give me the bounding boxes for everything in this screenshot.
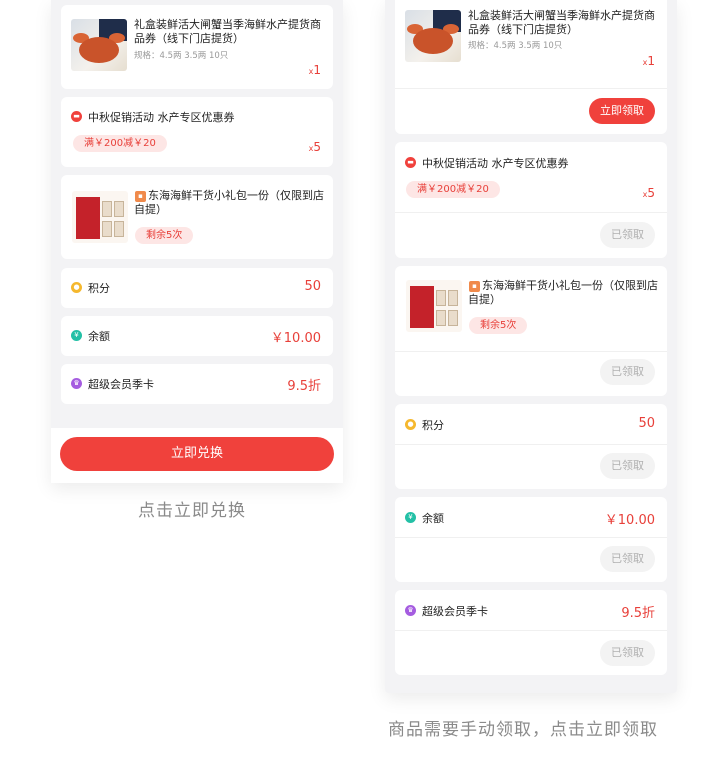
points-row[interactable]: ● 积分 50 — [61, 268, 333, 308]
coupon-quantity: x5 — [308, 140, 321, 154]
redeem-footer: 立即兑换 — [51, 428, 343, 483]
points-label: 积分 — [88, 282, 110, 295]
yuan-icon: ¥ — [405, 512, 416, 523]
points-value: 50 — [304, 279, 321, 294]
points-value: 50 — [638, 416, 655, 431]
gift-tag: 剩余5次 — [469, 317, 528, 334]
claimed-button[interactable]: 已领取 — [600, 453, 655, 479]
product-card[interactable]: 礼盒装鲜活大闸蟹当季海鲜水产提货商品券（线下门店提货） 规格：4.5两 3.5两… — [395, 0, 667, 134]
product-name: 礼盒装鲜活大闸蟹当季海鲜水产提货商品券（线下门店提货） — [468, 9, 655, 36]
right-caption: 商品需要手动领取，点击立即领取 — [388, 720, 658, 740]
product-quantity: x1 — [308, 63, 321, 77]
gift-card[interactable]: ▪ 东海海鲜干货小礼包一份（仅限到店自提） 剩余5次 — [61, 175, 333, 259]
yuan-icon: ¥ — [71, 330, 82, 341]
left-caption: 点击立即兑换 — [138, 501, 246, 521]
coupon-card[interactable]: ▬ 中秋促销活动 水产专区优惠券 满￥200减￥20 x5 已领取 — [395, 142, 667, 258]
balance-value: ￥10.00 — [604, 513, 655, 528]
membership-label: 超级会员季卡 — [422, 605, 488, 618]
gift-image — [72, 191, 128, 243]
gift-tag: 剩余5次 — [135, 227, 194, 244]
left-phone-panel: 礼盒装鲜活大闸蟹当季海鲜水产提货商品券（线下门店提货） 规格：4.5两 3.5两… — [51, 0, 343, 483]
gift-title: 东海海鲜干货小礼包一份（仅限到店自提） — [468, 279, 658, 306]
gift-card[interactable]: ▪ 东海海鲜干货小礼包一份（仅限到店自提） 剩余5次 已领取 — [395, 266, 667, 396]
coupon-title: 中秋促销活动 水产专区优惠券 — [422, 157, 569, 170]
gift-image — [406, 280, 462, 332]
product-image — [71, 19, 127, 71]
product-card[interactable]: 礼盒装鲜活大闸蟹当季海鲜水产提货商品券（线下门店提货） 规格：4.5两 3.5两… — [61, 5, 333, 89]
right-phone-panel: 礼盒装鲜活大闸蟹当季海鲜水产提货商品券（线下门店提货） 规格：4.5两 3.5两… — [385, 0, 677, 693]
product-name: 礼盒装鲜活大闸蟹当季海鲜水产提货商品券（线下门店提货） — [134, 18, 321, 45]
membership-row[interactable]: ♛ 超级会员季卡 9.5折 已领取 — [395, 590, 667, 675]
balance-row[interactable]: ¥ 余额 ￥10.00 已领取 — [395, 497, 667, 582]
coupon-icon: ▬ — [71, 111, 82, 122]
membership-label: 超级会员季卡 — [88, 378, 154, 391]
coupon-tag: 满￥200减￥20 — [406, 181, 500, 198]
claimed-button[interactable]: 已领取 — [600, 359, 655, 385]
crown-icon: ♛ — [405, 605, 416, 616]
points-row[interactable]: ● 积分 50 已领取 — [395, 404, 667, 489]
coupon-quantity: x5 — [642, 186, 655, 200]
coupon-card[interactable]: ▬ 中秋促销活动 水产专区优惠券 满￥200减￥20 x5 — [61, 97, 333, 167]
balance-label: 余额 — [88, 330, 110, 343]
points-icon: ● — [405, 419, 416, 430]
membership-value: 9.5折 — [287, 379, 321, 394]
crown-icon: ♛ — [71, 378, 82, 389]
claim-button[interactable]: 立即领取 — [589, 98, 655, 124]
product-quantity: x1 — [642, 54, 655, 68]
product-image — [405, 10, 461, 62]
balance-value: ￥10.00 — [270, 331, 321, 346]
redeem-button[interactable]: 立即兑换 — [60, 437, 334, 471]
gift-title: 东海海鲜干货小礼包一份（仅限到店自提） — [134, 189, 324, 216]
claimed-button[interactable]: 已领取 — [600, 546, 655, 572]
claimed-button[interactable]: 已领取 — [600, 222, 655, 248]
product-spec: 规格：4.5两 3.5两 10只 — [468, 41, 563, 51]
points-icon: ● — [71, 282, 82, 293]
points-label: 积分 — [422, 419, 444, 432]
balance-row[interactable]: ¥ 余额 ￥10.00 — [61, 316, 333, 356]
membership-row[interactable]: ♛ 超级会员季卡 9.5折 — [61, 364, 333, 404]
coupon-tag: 满￥200减￥20 — [73, 135, 167, 152]
product-spec: 规格：4.5两 3.5两 10只 — [134, 51, 229, 61]
claimed-button[interactable]: 已领取 — [600, 640, 655, 666]
coupon-title: 中秋促销活动 水产专区优惠券 — [88, 111, 235, 124]
membership-value: 9.5折 — [621, 606, 655, 621]
balance-label: 余额 — [422, 512, 444, 525]
coupon-icon: ▬ — [405, 157, 416, 168]
